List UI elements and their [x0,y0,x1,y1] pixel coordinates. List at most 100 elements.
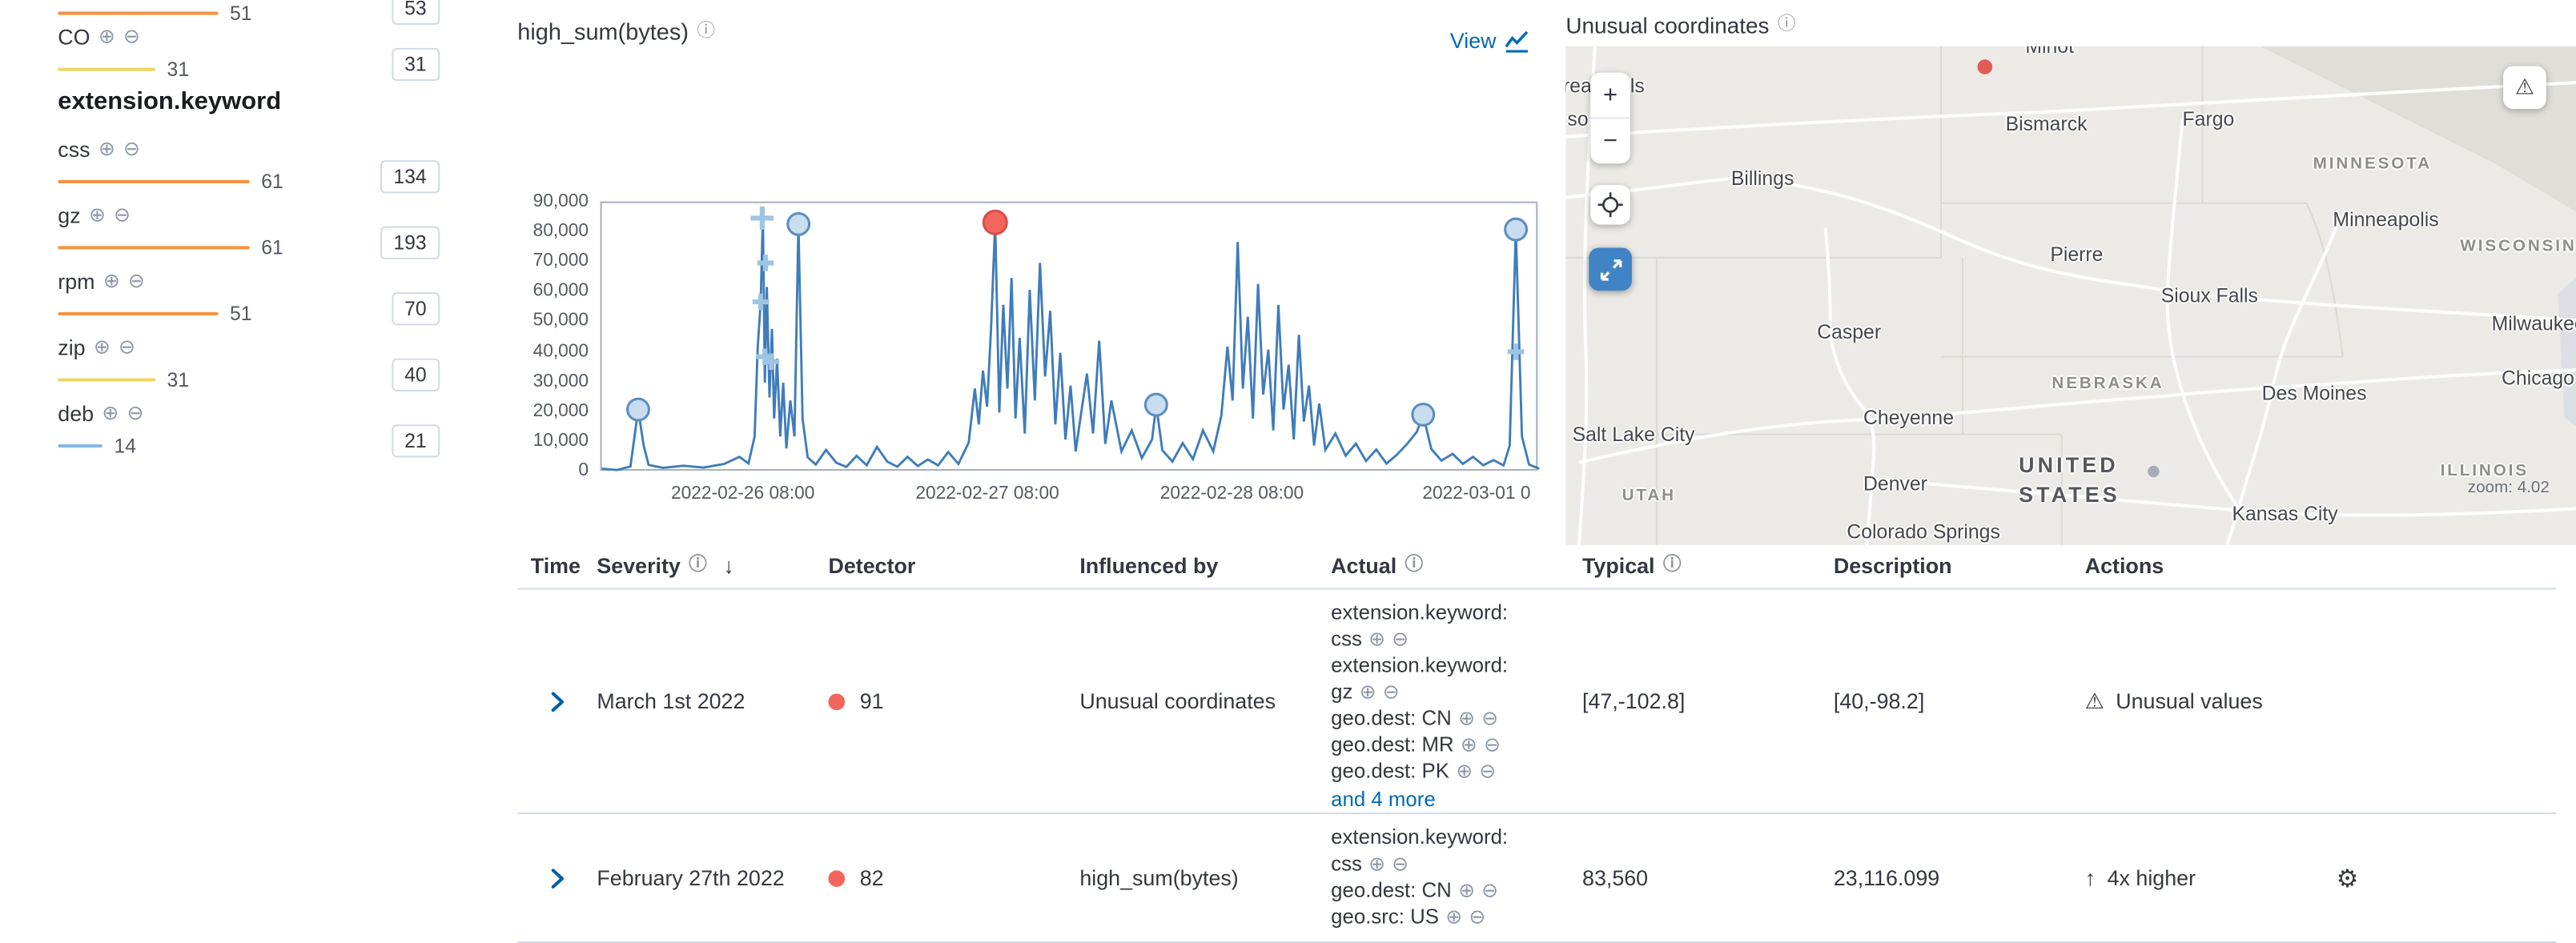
filter-for-icon[interactable]: ⊕ [98,138,115,159]
filter-out-icon[interactable]: ⊖ [128,271,145,291]
chevron-right-icon [544,865,570,891]
filter-out-icon[interactable]: ⊖ [123,26,140,46]
info-icon[interactable]: ⓘ [1405,555,1424,575]
warning-anomaly-marker[interactable] [1413,404,1434,426]
info-icon[interactable]: ⓘ [689,555,707,575]
y-tick-label: 30,000 [533,371,589,391]
zoom-out-button[interactable]: − [1590,119,1630,164]
influencer-token: geo.dest: CN⊕⊖ [1331,877,1569,904]
city-label: Bismarck [2006,112,2088,135]
filter-for-icon[interactable]: ⊕ [89,205,106,225]
city-label: Fargo [2183,107,2235,130]
set-view-button[interactable] [1590,185,1630,225]
show-more-influencers-link[interactable]: and 4 more [1331,786,1436,813]
influencer-name: CO [58,24,90,49]
filter-out-icon[interactable]: ⊖ [1469,905,1485,929]
anomaly-typical: 23,116.099 [1820,865,2072,890]
influencer-count-badge: 31 [392,48,440,81]
anomaly-location-dot[interactable] [1976,58,1991,74]
warning-anomaly-marker[interactable] [1505,219,1527,240]
column-header-detector[interactable]: Detector [815,553,1067,578]
filter-for-icon[interactable]: ⊕ [98,26,115,46]
fit-to-data-button[interactable] [1589,247,1632,291]
filter-for-icon[interactable]: ⊕ [1368,853,1385,876]
multibucket-anomaly-marker[interactable] [758,255,774,271]
y-tick-label: 50,000 [533,311,589,331]
influencer-row: CO ⊕ ⊖ 31 31 [58,23,496,90]
row-actions-gear-button[interactable]: ⚙ [2337,863,2359,893]
crosshair-icon [1597,191,1624,218]
filter-out-icon[interactable]: ⊖ [1392,628,1409,651]
filter-for-icon[interactable]: ⊕ [1456,760,1473,783]
influencer-label: rpm⊕⊖ [58,267,496,294]
anomaly-timeseries-chart[interactable] [601,202,1538,471]
filter-out-icon[interactable]: ⊖ [1479,760,1496,783]
filter-out-icon[interactable]: ⊖ [123,138,140,159]
filter-for-icon[interactable]: ⊕ [1461,733,1477,756]
column-header-description[interactable]: Description [1820,553,2072,578]
column-header-time[interactable]: Time [517,553,584,578]
filter-for-icon[interactable]: ⊕ [1368,628,1385,651]
filter-out-icon[interactable]: ⊖ [1481,707,1498,730]
filter-out-icon[interactable]: ⊖ [119,337,135,357]
timeseries-svg [602,203,1540,472]
filter-for-icon[interactable]: ⊕ [103,271,120,291]
info-icon[interactable]: ⓘ [697,22,715,42]
table-body: March 1st 202291Unusual coordinatesexten… [517,590,2556,943]
multibucket-anomaly-marker[interactable] [750,207,774,230]
filter-out-icon[interactable]: ⊖ [1383,680,1400,704]
column-header-typical[interactable]: Typicalⓘ [1569,550,1820,578]
filter-out-icon[interactable]: ⊖ [1481,879,1498,902]
filter-for-icon[interactable]: ⊕ [102,403,119,423]
filter-out-icon[interactable]: ⊖ [114,205,131,225]
column-header-influenced-by[interactable]: Influenced by [1067,553,1318,578]
filter-for-icon[interactable]: ⊕ [1360,680,1376,704]
y-tick-label: 80,000 [533,222,589,242]
filter-out-icon[interactable]: ⊖ [1392,853,1409,876]
influencer-count-badge: 193 [380,227,440,259]
city-dot [2147,465,2158,476]
city-label: Cheyenne [1863,407,1954,430]
filter-out-icon[interactable]: ⊖ [1484,733,1501,756]
influencer-count-badge: 21 [392,424,440,457]
row-expand-button[interactable] [517,688,584,714]
state-label: MINNESOTA [2313,155,2432,174]
column-header-actual[interactable]: Actualⓘ [1318,550,1569,578]
x-tick-label: 2022-03-01 0 [1422,484,1530,504]
country-label: STATES [2019,482,2120,507]
warning-anomaly-marker[interactable] [788,214,810,235]
column-header-severity[interactable]: Severityⓘ↓ [584,550,815,578]
city-label: Billings [1731,167,1794,190]
column-header-actions[interactable]: Actions [2072,553,2323,578]
filter-out-icon[interactable]: ⊖ [127,403,144,423]
city-label: Denver [1863,472,1927,496]
country-label: UNITED [2019,452,2119,477]
warning-anomaly-marker[interactable] [628,399,649,420]
anomaly-typical: [40,-98.2] [1820,688,2072,713]
city-label: Salt Lake City [1573,423,1695,446]
filter-for-icon[interactable]: ⊕ [1458,879,1475,902]
map-canvas[interactable]: MinotGreat FallssoBismarckFargoMINNESOTA… [1565,46,2576,545]
state-label: ILLINOIS [2441,463,2529,481]
zoom-in-button[interactable]: + [1590,73,1630,118]
info-icon[interactable]: ⓘ [1663,555,1682,575]
influencer-score-line: 31 [58,56,189,81]
city-label: so [1567,107,1588,130]
city-label: Minot [2025,46,2074,58]
city-label: Des Moines [2262,382,2367,405]
y-tick-label: 40,000 [533,341,589,361]
filter-for-icon[interactable]: ⊕ [1445,905,1462,929]
filter-for-icon[interactable]: ⊕ [1458,707,1475,730]
critical-anomaly-marker[interactable] [983,211,1007,234]
multibucket-anomaly-marker[interactable] [1508,343,1525,360]
row-expand-button[interactable] [517,865,584,891]
influenced-by-cell: extension.keyword: css⊕⊖extension.keywor… [1318,590,1569,813]
map-warning-button[interactable]: ⚠ [2503,66,2546,110]
filter-for-icon[interactable]: ⊕ [94,337,111,357]
info-icon[interactable]: ⓘ [1778,15,1796,35]
city-label: Milwaukee [2492,312,2576,335]
warning-anomaly-marker[interactable] [1145,394,1167,415]
x-tick-label: 2022-02-27 08:00 [915,484,1059,504]
view-link[interactable]: View [1450,28,1529,53]
sort-desc-icon[interactable]: ↓ [724,553,734,578]
